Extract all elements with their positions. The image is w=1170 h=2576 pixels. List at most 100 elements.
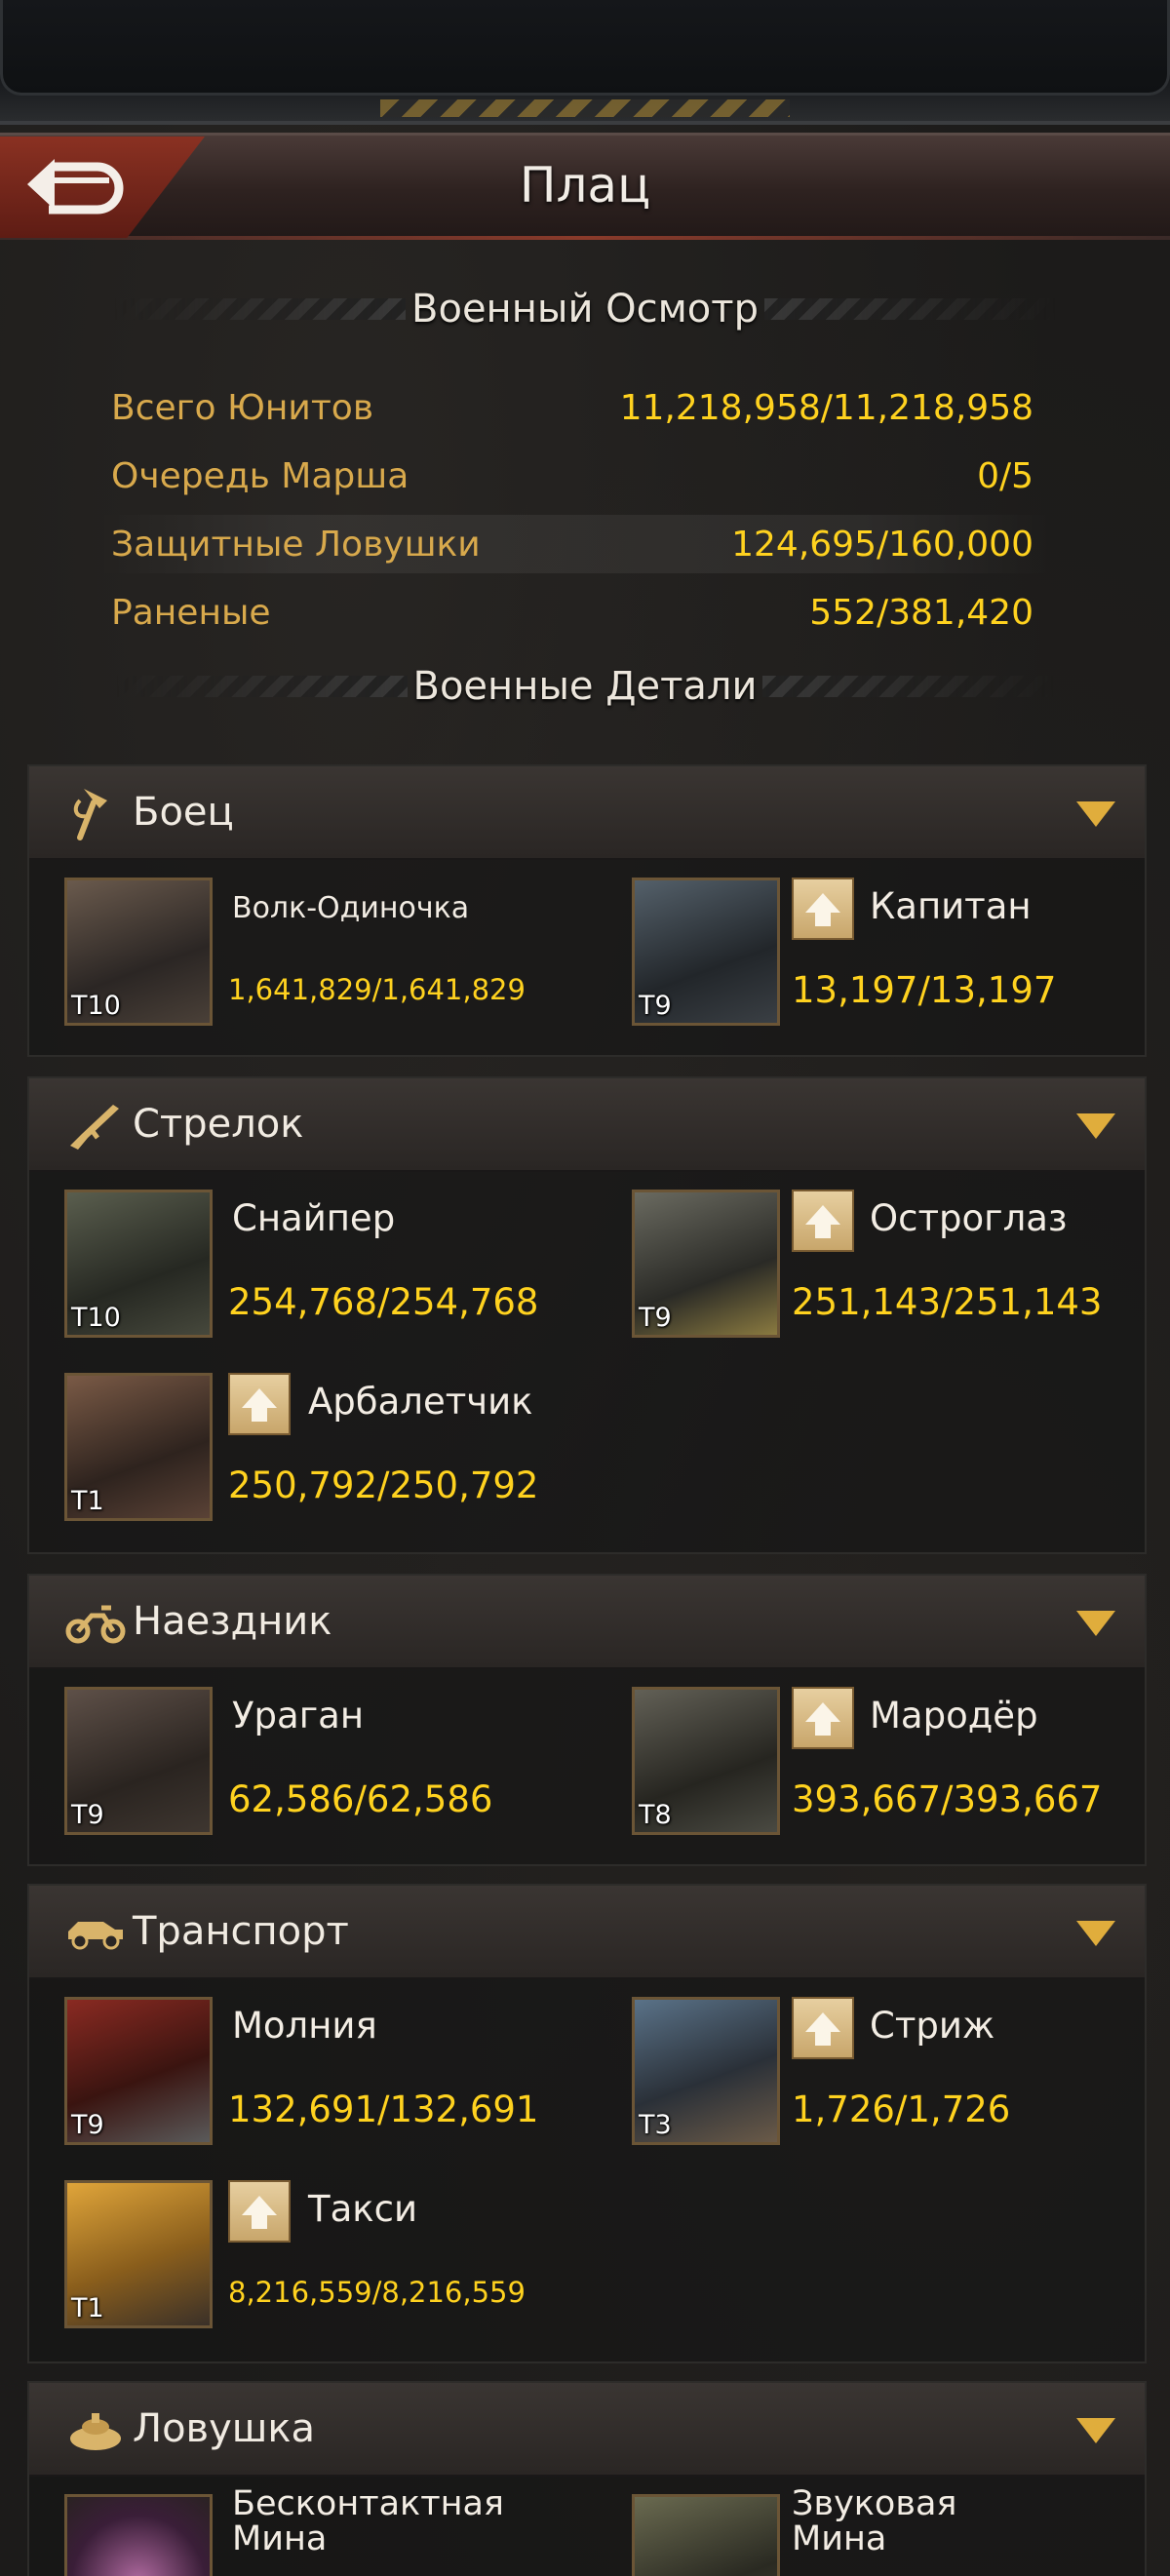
upgrade-arrow-icon[interactable] [792, 1687, 854, 1749]
unit-portrait: T9 [632, 878, 780, 1026]
unit-name: Остроглаз [870, 1197, 1068, 1239]
collapse-caret-icon[interactable] [1076, 1611, 1115, 1636]
unit-card[interactable]: T8 Мародёр 393,667/393,667 [597, 1681, 1143, 1837]
unit-count: 62,586/62,586 [228, 1778, 493, 1820]
unit-name: Звуковая Мина [792, 2484, 957, 2558]
unit-count: 132,691/132,691 [228, 2088, 539, 2130]
upgrade-arrow-icon[interactable] [228, 1373, 291, 1435]
unit-portrait: T1 [64, 1373, 213, 1521]
category-panel-rider: Наездник T9 Ураган 62,586/62,586 T8 Маро… [27, 1574, 1147, 1866]
unit-name: Капитан [870, 885, 1032, 927]
collapse-caret-icon[interactable] [1076, 801, 1115, 827]
tier-label: T9 [639, 1303, 672, 1333]
unit-portrait: T9 [64, 1687, 213, 1835]
unit-count: 250,792/250,792 [228, 1464, 539, 1506]
overview-heading-text: Военный Осмотр [411, 287, 759, 332]
unit-card[interactable]: T9 Остроглаз 251,143/251,143 [597, 1184, 1143, 1340]
category-name: Наездник [133, 1599, 332, 1644]
motorcycle-icon [65, 1605, 126, 1644]
stat-label: Очередь Марша [111, 455, 410, 496]
unit-card[interactable]: T1 Арбалетчик 250,792/250,792 [29, 1367, 575, 1523]
top-frame [0, 0, 1170, 125]
car-icon [68, 1922, 123, 1950]
stat-value: 552/381,420 [809, 592, 1034, 633]
unit-portrait [632, 2494, 780, 2576]
stat-value: 0/5 [977, 455, 1034, 496]
stat-total-units: Всего Юнитов 11,218,958/11,218,958 [98, 378, 1053, 437]
collapse-caret-icon[interactable] [1076, 1113, 1115, 1139]
tier-label: T9 [71, 1800, 104, 1830]
category-header[interactable]: Наездник [29, 1576, 1145, 1669]
upgrade-arrow-icon[interactable] [792, 1190, 854, 1252]
tier-label: T10 [71, 991, 121, 1021]
upgrade-arrow-icon[interactable] [792, 1997, 854, 2059]
tier-label: T1 [71, 1486, 104, 1516]
heading-stripe-left [114, 676, 408, 697]
unit-card[interactable]: Звуковая Мина [597, 2484, 1143, 2576]
category-panel-trap: Ловушка Бесконтактная Мина Звуковая Мина [27, 2381, 1147, 2576]
unit-card[interactable]: T1 Такси 8,216,559/8,216,559 [29, 2174, 575, 2330]
page-title: Плац [519, 157, 651, 214]
heading-stripe-left [113, 298, 407, 320]
tier-label: T9 [71, 2110, 104, 2140]
stat-value: 124,695/160,000 [731, 524, 1034, 565]
unit-portrait [64, 2494, 213, 2576]
unit-count: 13,197/13,197 [792, 969, 1057, 1011]
heading-stripe-right [762, 676, 1056, 697]
unit-card[interactable]: T10 Снайпер 254,768/254,768 [29, 1184, 575, 1340]
unit-card[interactable]: T9 Молния 132,691/132,691 [29, 1991, 575, 2147]
unit-name: Ураган [232, 1695, 365, 1737]
heading-stripe-right [763, 298, 1057, 320]
stat-march-queue: Очередь Марша 0/5 [98, 447, 1053, 505]
unit-card[interactable]: T9 Капитан 13,197/13,197 [597, 872, 1143, 1028]
unit-name: Бесконтактная Мина [232, 2484, 504, 2558]
category-header[interactable]: Боец [29, 766, 1145, 860]
unit-portrait: T3 [632, 1997, 780, 2145]
rifle-icon [70, 1105, 119, 1150]
tier-label: T9 [639, 991, 672, 1021]
unit-name: Волк-Одиночка [232, 891, 470, 925]
category-header[interactable]: Стрелок [29, 1078, 1145, 1172]
unit-count: 251,143/251,143 [792, 1281, 1103, 1323]
collapse-caret-icon[interactable] [1076, 2418, 1115, 2443]
category-name: Транспорт [133, 1909, 349, 1954]
stat-defense-traps: Защитные Ловушки 124,695/160,000 [98, 515, 1053, 573]
tier-label: T1 [71, 2293, 104, 2323]
stat-label: Всего Юнитов [111, 387, 374, 428]
unit-name: Снайпер [232, 1197, 396, 1239]
category-panel-transport: Транспорт T9 Молния 132,691/132,691 T3 С… [27, 1884, 1147, 2363]
unit-portrait: T9 [64, 1997, 213, 2145]
unit-count: 254,768/254,768 [228, 1281, 539, 1323]
top-frame-inner [0, 0, 1170, 96]
tier-label: T10 [71, 1303, 121, 1333]
tier-label: T8 [639, 1800, 672, 1830]
upgrade-arrow-icon[interactable] [792, 878, 854, 940]
unit-card[interactable]: T9 Ураган 62,586/62,586 [29, 1681, 575, 1837]
unit-portrait: T1 [64, 2180, 213, 2328]
unit-count: 1,726/1,726 [792, 2088, 1011, 2130]
unit-portrait: T10 [64, 1190, 213, 1338]
unit-card[interactable]: T3 Стриж 1,726/1,726 [597, 1991, 1143, 2147]
category-name: Ловушка [133, 2406, 316, 2451]
details-heading: Военные Детали [0, 657, 1170, 716]
mine-icon [70, 2413, 121, 2450]
unit-card[interactable]: T10 Волк-Одиночка 1,641,829/1,641,829 [29, 872, 575, 1028]
collapse-caret-icon[interactable] [1076, 1921, 1115, 1946]
unit-card[interactable]: Бесконтактная Мина [29, 2484, 575, 2576]
stat-label: Раненые [111, 592, 271, 633]
category-name: Боец [133, 790, 234, 835]
category-header[interactable]: Ловушка [29, 2383, 1145, 2477]
unit-count: 393,667/393,667 [792, 1778, 1103, 1820]
category-header[interactable]: Транспорт [29, 1886, 1145, 1979]
unit-portrait: T10 [64, 878, 213, 1026]
hazard-stripe [380, 99, 790, 117]
axe-icon [73, 789, 107, 840]
stat-wounded: Раненые 552/381,420 [98, 583, 1053, 642]
category-panel-fighter: Боец T10 Волк-Одиночка 1,641,829/1,641,8… [27, 764, 1147, 1057]
unit-name: Мародёр [870, 1695, 1038, 1737]
category-panel-shooter: Стрелок T10 Снайпер 254,768/254,768 T9 О… [27, 1076, 1147, 1554]
stat-label: Защитные Ловушки [111, 524, 481, 565]
upgrade-arrow-icon[interactable] [228, 2180, 291, 2243]
unit-name: Такси [308, 2188, 418, 2230]
unit-count: 8,216,559/8,216,559 [228, 2276, 526, 2309]
